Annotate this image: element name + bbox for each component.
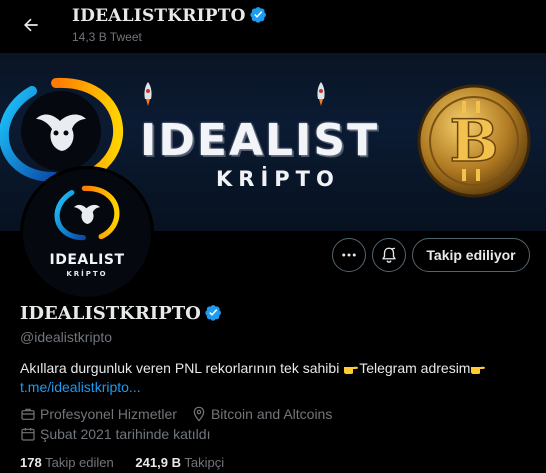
profile-category[interactable]: Profesyonel Hizmetler <box>40 406 177 422</box>
svg-text:B: B <box>449 107 498 175</box>
profile-name: IDEALISTKRIPTO <box>20 303 222 324</box>
bull-logo-icon <box>54 185 120 241</box>
following-link[interactable]: 178 Takip edilen <box>20 455 114 470</box>
profile-location: Bitcoin and Altcoins <box>210 406 333 422</box>
profile-joined-row: Şubat 2021 tarihinde katıldı <box>20 426 210 442</box>
header-title: IDEALISTKRIPTO <box>72 6 267 26</box>
backhand-point-right-emoji <box>471 366 486 374</box>
bitcoin-coin-icon: B <box>417 84 531 198</box>
followers-link[interactable]: 241,9 B Takipçi <box>135 455 224 470</box>
backhand-point-right-emoji <box>344 366 359 374</box>
calendar-icon <box>21 428 35 441</box>
arrow-left-icon <box>24 18 38 32</box>
tweet-count: 14,3 B Tweet <box>72 30 142 44</box>
location-pin-icon <box>193 406 205 422</box>
banner-subtitle: KRİPTO <box>216 167 340 191</box>
profile-stats: 178 Takip edilen 241,9 B Takipçi <box>20 455 224 470</box>
back-button[interactable] <box>14 10 48 40</box>
notification-button[interactable] <box>372 238 406 272</box>
rocket-icon <box>317 82 325 106</box>
avatar-subtitle: KRİPTO <box>66 270 108 278</box>
profile-handle: @idealistkripto <box>20 329 113 345</box>
verified-badge-icon <box>249 7 266 23</box>
bio-link[interactable]: t.me/idealistkripto... <box>20 379 141 395</box>
rocket-icon <box>144 82 152 106</box>
profile-joined: Şubat 2021 tarihinde katıldı <box>40 426 211 442</box>
notification-bell-icon <box>382 247 396 263</box>
avatar-title: IDEALIST <box>49 252 125 268</box>
profile-bio: Akıllara durgunluk veren PNL rekorlarını… <box>20 359 530 397</box>
top-bar: IDEALISTKRIPTO 14,3 B Tweet <box>0 0 546 53</box>
more-icon <box>342 253 356 257</box>
profile-meta-row: Profesyonel Hizmetler Bitcoin and Altcoi… <box>20 406 332 422</box>
more-button[interactable] <box>332 238 366 272</box>
following-button[interactable]: Takip ediliyor <box>412 238 530 272</box>
avatar-image: IDEALIST KRİPTO <box>23 169 151 297</box>
banner-title: IDEALIST <box>140 115 380 166</box>
briefcase-icon <box>21 408 35 420</box>
avatar[interactable]: IDEALIST KRİPTO <box>20 166 154 300</box>
verified-badge-icon <box>205 305 221 321</box>
